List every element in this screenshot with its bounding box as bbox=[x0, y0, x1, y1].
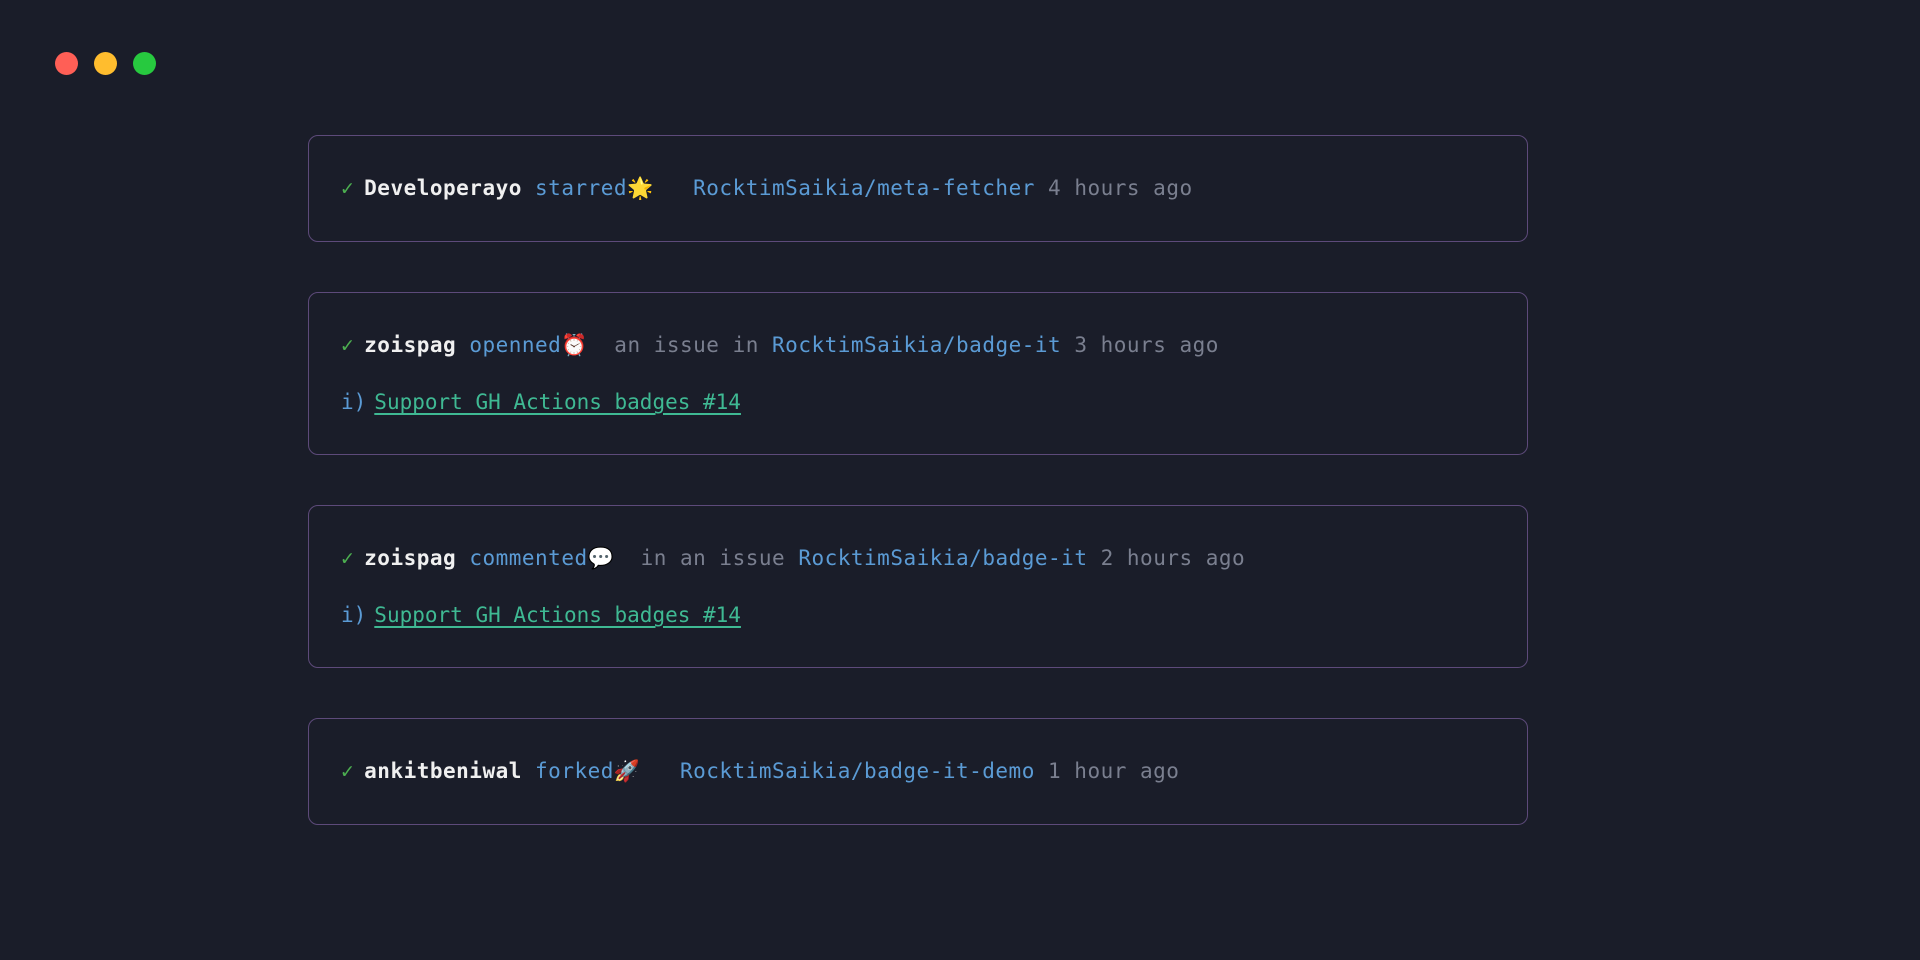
repo-link[interactable]: RocktimSaikia/meta-fetcher bbox=[693, 176, 1035, 200]
activity-feed: ✓ Developerayo starred🌟 RocktimSaikia/me… bbox=[308, 135, 1528, 825]
minimize-icon[interactable] bbox=[94, 52, 117, 75]
check-icon: ✓ bbox=[341, 546, 354, 570]
rocket-icon: 🚀 bbox=[614, 759, 641, 784]
action-verb: forked bbox=[535, 759, 614, 783]
feed-card: ✓ Developerayo starred🌟 RocktimSaikia/me… bbox=[308, 135, 1528, 242]
feed-line: ✓ ankitbeniwal forked🚀 RocktimSaikia/bad… bbox=[341, 759, 1495, 784]
check-icon: ✓ bbox=[341, 176, 354, 200]
feed-line: ✓ Developerayo starred🌟 RocktimSaikia/me… bbox=[341, 176, 1495, 201]
issue-detail: i) Support GH Actions badges #14 bbox=[341, 390, 1495, 414]
repo-link[interactable]: RocktimSaikia/badge-it bbox=[798, 546, 1087, 570]
issue-detail: i) Support GH Actions badges #14 bbox=[341, 603, 1495, 627]
actor-name: Developerayo bbox=[364, 176, 522, 200]
issue-marker: i) bbox=[341, 390, 366, 414]
action-verb: starred bbox=[535, 176, 627, 200]
repo-link[interactable]: RocktimSaikia/badge-it-demo bbox=[680, 759, 1035, 783]
action-context: in an issue bbox=[641, 546, 786, 570]
issue-marker: i) bbox=[341, 603, 366, 627]
timestamp: 1 hour ago bbox=[1048, 759, 1179, 783]
timestamp: 4 hours ago bbox=[1048, 176, 1193, 200]
maximize-icon[interactable] bbox=[133, 52, 156, 75]
check-icon: ✓ bbox=[341, 333, 354, 357]
actor-name: zoispag bbox=[364, 546, 456, 570]
feed-card: ✓ zoispag commented💬 in an issue Rocktim… bbox=[308, 505, 1528, 668]
actor-name: zoispag bbox=[364, 333, 456, 357]
actor-name: ankitbeniwal bbox=[364, 759, 522, 783]
timestamp: 2 hours ago bbox=[1101, 546, 1246, 570]
action-verb: openned bbox=[469, 333, 561, 357]
close-icon[interactable] bbox=[55, 52, 78, 75]
action-context: an issue in bbox=[614, 333, 759, 357]
action-verb: commented bbox=[469, 546, 587, 570]
timestamp: 3 hours ago bbox=[1074, 333, 1219, 357]
feed-card: ✓ ankitbeniwal forked🚀 RocktimSaikia/bad… bbox=[308, 718, 1528, 825]
terminal-window: ✓ Developerayo starred🌟 RocktimSaikia/me… bbox=[0, 0, 1920, 960]
feed-line: ✓ zoispag commented💬 in an issue Rocktim… bbox=[341, 546, 1495, 571]
alarm-icon: ⏰ bbox=[561, 333, 588, 358]
repo-link[interactable]: RocktimSaikia/badge-it bbox=[772, 333, 1061, 357]
issue-link[interactable]: Support GH Actions badges #14 bbox=[374, 603, 741, 627]
star-icon: 🌟 bbox=[627, 176, 654, 201]
feed-card: ✓ zoispag openned⏰ an issue in RocktimSa… bbox=[308, 292, 1528, 455]
issue-link[interactable]: Support GH Actions badges #14 bbox=[374, 390, 741, 414]
speech-icon: 💬 bbox=[588, 546, 615, 571]
feed-line: ✓ zoispag openned⏰ an issue in RocktimSa… bbox=[341, 333, 1495, 358]
check-icon: ✓ bbox=[341, 759, 354, 783]
window-controls bbox=[55, 52, 156, 75]
